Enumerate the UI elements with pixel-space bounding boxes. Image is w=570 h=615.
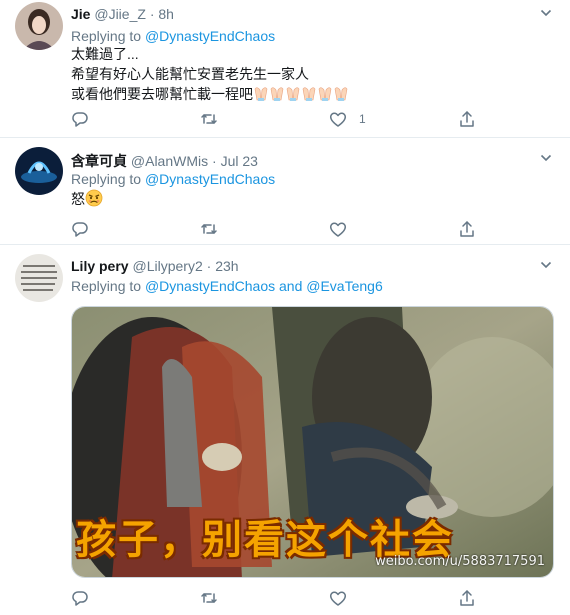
reply-icon	[72, 222, 88, 237]
display-name[interactable]: Lily pery	[71, 258, 129, 274]
retweet-icon	[201, 114, 217, 124]
avatar[interactable]	[15, 254, 63, 302]
share-icon	[460, 111, 474, 127]
replying-label: Replying to	[71, 278, 142, 294]
tweet[interactable]: Jie @Jiie_Z · 8h Replying to @DynastyEnd…	[0, 0, 570, 138]
like-count: 1	[359, 112, 366, 126]
tweet-text-line: 太難過了...	[71, 46, 139, 62]
angry-face-emoji	[85, 189, 103, 212]
user-handle[interactable]: @Lilypery2	[132, 258, 202, 274]
chevron-down-icon[interactable]	[540, 259, 552, 271]
retweet-icon	[201, 593, 217, 603]
media-watermark: weibo.com/u/5883717591	[375, 554, 545, 569]
timestamp[interactable]: 23h	[215, 258, 238, 274]
tweet-header: Jie @Jiie_Z · 8h	[71, 6, 174, 22]
replying-to: Replying to @DynastyEndChaos and @EvaTen…	[71, 278, 383, 294]
chevron-down-icon[interactable]	[540, 7, 552, 19]
mention-link[interactable]: @DynastyEndChaos	[145, 171, 275, 187]
retweet-button[interactable]	[200, 219, 218, 239]
user-handle[interactable]: @Jiie_Z	[94, 6, 146, 22]
reply-button[interactable]	[71, 109, 89, 129]
tweet-text: 怒	[71, 189, 103, 212]
display-name[interactable]: 含章可貞	[71, 153, 127, 169]
avatar[interactable]	[15, 2, 63, 50]
user-handle[interactable]: @AlanWMis	[131, 153, 208, 169]
tweet-actions	[71, 588, 491, 608]
reply-button[interactable]	[71, 588, 89, 608]
like-icon	[329, 112, 347, 127]
tweet[interactable]: 含章可貞 @AlanWMis · Jul 23 Replying to @Dyn…	[0, 138, 570, 245]
like-button[interactable]	[329, 588, 347, 608]
tweet-header: Lily pery @Lilypery2 · 23h	[71, 258, 239, 274]
reply-icon	[72, 591, 88, 606]
tweet[interactable]: Lily pery @Lilypery2 · 23h Replying to @…	[0, 245, 570, 615]
tweet-header: 含章可貞 @AlanWMis · Jul 23	[71, 151, 258, 171]
replying-to: Replying to @DynastyEndChaos	[71, 171, 275, 187]
separator: ·	[149, 6, 155, 22]
separator: ·	[206, 258, 212, 274]
chevron-down-icon[interactable]	[540, 152, 552, 164]
tweet-text-line: 怒	[71, 191, 85, 208]
separator: ·	[212, 153, 217, 169]
retweet-button[interactable]	[200, 588, 218, 608]
mention-link[interactable]: @EvaTeng6	[306, 278, 382, 294]
media-image[interactable]: 孩子，别看这个社会 weibo.com/u/5883717591	[71, 306, 554, 578]
like-button[interactable]	[329, 219, 347, 239]
replying-label: Replying to	[71, 171, 142, 187]
display-name[interactable]: Jie	[71, 6, 90, 22]
replying-and: and	[279, 278, 303, 294]
tweet-text: 太難過了... 希望有好心人能幫忙安置老先生一家人 或看他們要去哪幫忙載一程吧	[71, 44, 349, 106]
tweet-text-line-with-emoji: 或看他們要去哪幫忙載一程吧	[71, 84, 349, 106]
mention-link[interactable]: @DynastyEndChaos	[145, 278, 275, 294]
share-icon	[460, 221, 474, 237]
avatar[interactable]	[15, 147, 63, 195]
tweet-actions	[71, 219, 491, 239]
share-button[interactable]	[458, 588, 476, 608]
tweet-text-line: 或看他們要去哪幫忙載一程吧	[71, 86, 253, 102]
share-button[interactable]	[458, 109, 476, 129]
like-icon	[329, 222, 347, 237]
mention-link[interactable]: @DynastyEndChaos	[145, 28, 275, 44]
reply-button[interactable]	[71, 219, 89, 239]
share-icon	[460, 590, 474, 606]
retweet-icon	[201, 224, 217, 234]
share-button[interactable]	[458, 219, 476, 239]
timestamp[interactable]: Jul 23	[221, 153, 258, 169]
replying-label: Replying to	[71, 28, 142, 44]
retweet-button[interactable]	[200, 109, 218, 129]
reply-icon	[72, 112, 88, 127]
replying-to: Replying to @DynastyEndChaos	[71, 28, 275, 44]
timestamp[interactable]: 8h	[158, 6, 174, 22]
tweet-text-line: 希望有好心人能幫忙安置老先生一家人	[71, 66, 309, 82]
timeline: Jie @Jiie_Z · 8h Replying to @DynastyEnd…	[0, 0, 570, 615]
like-button[interactable]: 1	[329, 109, 366, 129]
folded-hands-emoji	[253, 85, 349, 106]
like-icon	[329, 591, 347, 606]
tweet-actions: 1	[71, 109, 491, 129]
